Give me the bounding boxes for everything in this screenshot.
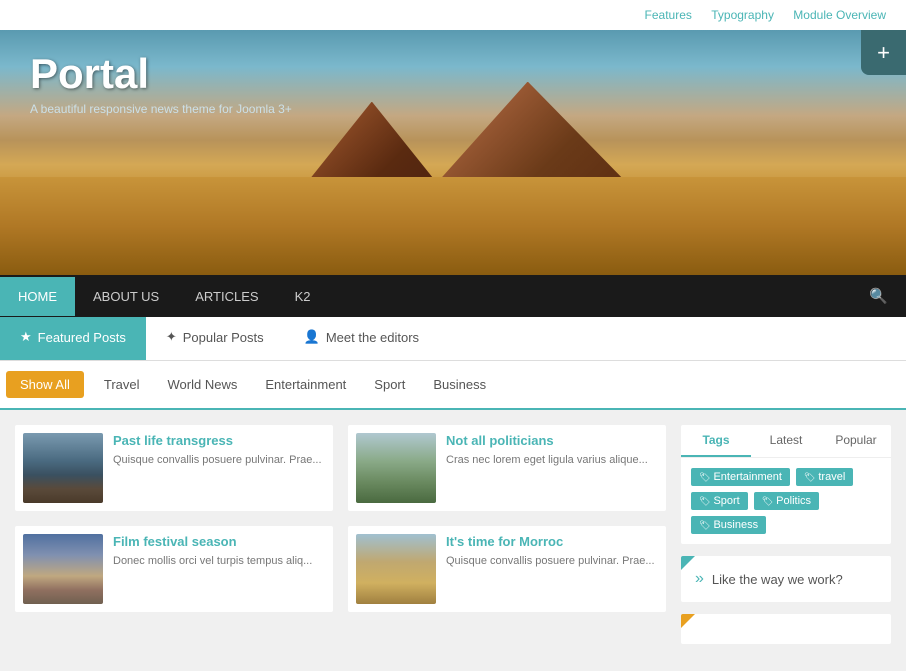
filter-world-news[interactable]: World News [154,371,252,398]
filter-bar: Show All Travel World News Entertainment… [0,361,906,410]
posts-grid: Past life transgress Quisque convallis p… [15,425,666,656]
tags-widget-tabs: Tags Latest Popular [681,425,891,458]
post-title-1[interactable]: Past life transgress [113,433,322,448]
desert2-thumbnail [356,534,436,604]
post-title-2[interactable]: Not all politicians [446,433,648,448]
post-excerpt-1: Quisque convallis posuere pulvinar. Prae… [113,453,322,468]
post-excerpt-4: Quisque convallis posuere pulvinar. Prae… [446,554,655,569]
main-content: Past life transgress Quisque convallis p… [0,410,906,671]
post-excerpt-2: Cras nec lorem eget ligula varius alique… [446,453,648,468]
widget-tab-latest[interactable]: Latest [751,425,821,457]
post-card-1: Past life transgress Quisque convallis p… [15,425,333,511]
post-card-2: Not all politicians Cras nec lorem eget … [348,425,666,511]
tab-popular-posts[interactable]: ✦ Popular Posts [146,317,284,360]
post-thumb-1 [23,433,103,503]
filter-show-all[interactable]: Show All [6,371,84,398]
nav-home[interactable]: HOME [0,277,75,316]
tag-business[interactable]: Business [691,516,766,534]
tag-politics[interactable]: Politics [754,492,819,510]
tab-editors-label: Meet the editors [326,330,419,345]
tab-popular-label: Popular Posts [183,330,264,345]
header-title: Portal A beautiful responsive news theme… [30,50,292,116]
castle-thumbnail [23,433,103,503]
plus-button[interactable]: + [861,30,906,75]
filter-entertainment[interactable]: Entertainment [251,371,360,398]
posts-row-1: Past life transgress Quisque convallis p… [15,425,666,511]
post-info-3: Film festival season Donec mollis orci v… [113,534,312,604]
typography-link[interactable]: Typography [711,8,774,22]
sidebar: Tags Latest Popular Entertainment travel… [681,425,891,656]
post-card-3: Film festival season Donec mollis orci v… [15,526,333,612]
tags-widget: Tags Latest Popular Entertainment travel… [681,425,891,544]
tab-featured-posts[interactable]: ★ Featured Posts [0,317,146,360]
nav-k2[interactable]: K2 [277,277,329,316]
post-title-4[interactable]: It's time for Morroc [446,534,655,549]
post-excerpt-3: Donec mollis orci vel turpis tempus aliq… [113,554,312,569]
arrow-icon: » [695,570,704,588]
site-subtitle: A beautiful responsive news theme for Jo… [30,102,292,116]
tab-meet-editors[interactable]: 👤 Meet the editors [284,317,439,360]
post-info-2: Not all politicians Cras nec lorem eget … [446,433,648,503]
goat-thumbnail [356,433,436,503]
top-nav: Features Typography Module Overview [0,0,906,30]
filter-business[interactable]: Business [419,371,500,398]
tab-featured-label: Featured Posts [38,330,126,345]
module-overview-link[interactable]: Module Overview [793,8,886,22]
nav-articles[interactable]: ARTICLES [177,277,276,316]
filter-travel[interactable]: Travel [90,371,154,398]
content-area: ★ Featured Posts ✦ Popular Posts 👤 Meet … [0,317,906,671]
tag-travel[interactable]: travel [796,468,853,486]
like-text[interactable]: Like the way we work? [712,572,843,587]
cinema-thumbnail [23,534,103,604]
search-icon[interactable]: 🔍 [851,275,906,317]
post-info-1: Past life transgress Quisque convallis p… [113,433,322,503]
yellow-widget [681,614,891,644]
tag-entertainment[interactable]: Entertainment [691,468,790,486]
site-title: Portal [30,50,292,98]
tabs-bar: ★ Featured Posts ✦ Popular Posts 👤 Meet … [0,317,906,361]
posts-row-2: Film festival season Donec mollis orci v… [15,526,666,612]
header-banner: Portal A beautiful responsive news theme… [0,30,906,275]
teal-corner-flag [681,556,695,570]
main-nav: HOME ABOUT US ARTICLES K2 🔍 [0,275,906,317]
tags-content: Entertainment travel Sport Politics Busi… [681,458,891,544]
tag-sport[interactable]: Sport [691,492,748,510]
diamond-icon: ✦ [166,329,177,345]
post-info-4: It's time for Morroc Quisque convallis p… [446,534,655,604]
post-thumb-3 [23,534,103,604]
nav-about[interactable]: ABOUT US [75,277,177,316]
like-widget: » Like the way we work? [681,556,891,602]
filter-sport[interactable]: Sport [360,371,419,398]
post-thumb-4 [356,534,436,604]
widget-tab-tags[interactable]: Tags [681,425,751,457]
star-icon: ★ [20,329,32,345]
features-link[interactable]: Features [645,8,692,22]
road-decoration [0,177,906,275]
person-icon: 👤 [304,329,320,345]
widget-tab-popular[interactable]: Popular [821,425,891,457]
post-card-4: It's time for Morroc Quisque convallis p… [348,526,666,612]
post-title-3[interactable]: Film festival season [113,534,312,549]
yellow-corner-flag [681,614,695,628]
post-thumb-2 [356,433,436,503]
